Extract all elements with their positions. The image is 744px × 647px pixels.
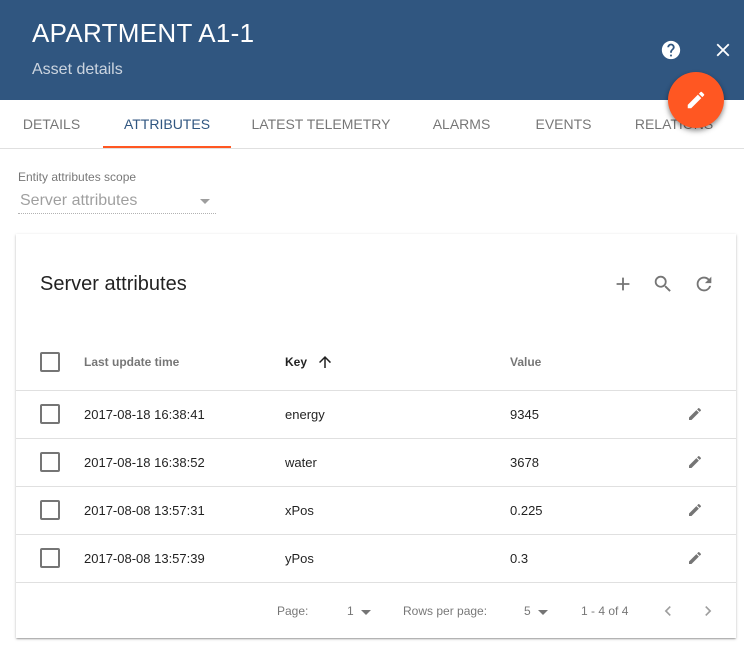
row-value: 0.225 xyxy=(510,503,543,518)
page-select-value: 1 xyxy=(347,604,354,618)
row-checkbox[interactable] xyxy=(40,500,60,520)
dialog-header: APARTMENT A1-1 Asset details xyxy=(0,0,744,100)
rows-per-page-select[interactable]: 5 xyxy=(524,600,550,620)
tab-attributes[interactable]: ATTRIBUTES xyxy=(103,100,231,148)
page-select[interactable]: 1 xyxy=(347,600,373,620)
asset-subtitle: Asset details xyxy=(32,61,123,78)
tab-alarms[interactable]: ALARMS xyxy=(411,100,512,148)
row-divider xyxy=(16,486,736,487)
edit-row-button[interactable] xyxy=(685,452,705,472)
arrow-up-icon[interactable] xyxy=(316,353,334,371)
dropdown-arrow-icon xyxy=(361,610,371,615)
next-page-button[interactable] xyxy=(696,599,720,623)
scope-select-value: Server attributes xyxy=(20,192,138,209)
active-tab-indicator xyxy=(103,146,231,148)
refresh-button[interactable] xyxy=(692,272,716,296)
chevron-right-icon xyxy=(705,606,712,616)
search-icon xyxy=(654,275,671,292)
page-range: 1 - 4 of 4 xyxy=(581,604,629,618)
edit-row-button[interactable] xyxy=(685,500,705,520)
tab-latest-telemetry[interactable]: LATEST TELEMETRY xyxy=(231,100,411,148)
row-key: water xyxy=(285,455,317,470)
edit-row-button[interactable] xyxy=(685,548,705,568)
row-checkbox[interactable] xyxy=(40,452,60,472)
row-checkbox[interactable] xyxy=(40,404,60,424)
row-key: energy xyxy=(285,407,325,422)
row-time: 2017-08-18 16:38:52 xyxy=(84,455,205,470)
select-all-checkbox[interactable] xyxy=(40,352,60,372)
tab-events[interactable]: EVENTS xyxy=(512,100,615,148)
row-time: 2017-08-18 16:38:41 xyxy=(84,407,205,422)
pencil-icon xyxy=(689,503,702,516)
pencil-icon xyxy=(689,455,702,468)
row-key: xPos xyxy=(285,503,314,518)
pencil-icon xyxy=(689,407,702,420)
previous-page-button[interactable] xyxy=(656,599,680,623)
dropdown-arrow-icon xyxy=(200,199,210,204)
row-divider xyxy=(16,438,736,439)
column-header-value[interactable]: Value xyxy=(510,355,541,369)
column-header-time[interactable]: Last update time xyxy=(84,355,179,369)
scope-select[interactable]: Server attributes xyxy=(18,190,216,214)
help-button[interactable] xyxy=(659,38,683,62)
add-attribute-button[interactable] xyxy=(611,272,635,296)
rows-per-page-label: Rows per page: xyxy=(403,604,488,618)
row-checkbox[interactable] xyxy=(40,548,60,568)
row-divider xyxy=(16,534,736,535)
row-divider xyxy=(16,582,736,583)
column-header-key[interactable]: Key xyxy=(285,355,307,369)
row-value: 9345 xyxy=(510,407,539,422)
pencil-icon xyxy=(689,551,702,564)
edit-fab-button[interactable] xyxy=(668,72,724,128)
close-button[interactable] xyxy=(711,38,735,62)
row-time: 2017-08-08 13:57:39 xyxy=(84,551,205,566)
scope-label: Entity attributes scope xyxy=(18,170,137,184)
row-key: yPos xyxy=(285,551,314,566)
tab-bar: DETAILS ATTRIBUTES LATEST TELEMETRY ALAR… xyxy=(0,100,744,149)
help-circle-icon xyxy=(661,40,681,60)
asset-title: APARTMENT A1-1 xyxy=(32,18,255,48)
search-button[interactable] xyxy=(651,272,675,296)
card-title: Server attributes xyxy=(40,273,187,295)
close-icon xyxy=(716,43,730,57)
row-time: 2017-08-08 13:57:31 xyxy=(84,503,205,518)
chevron-left-icon xyxy=(664,606,671,616)
row-value: 3678 xyxy=(510,455,539,470)
rows-per-page-value: 5 xyxy=(524,604,531,618)
edit-row-button[interactable] xyxy=(685,404,705,424)
row-divider xyxy=(16,390,736,391)
page-label: Page: xyxy=(277,604,309,618)
tab-details[interactable]: DETAILS xyxy=(0,100,103,148)
pencil-icon xyxy=(687,91,705,109)
row-value: 0.3 xyxy=(510,551,529,566)
refresh-icon xyxy=(696,276,712,292)
attributes-card: Server attributes Last update time Key V… xyxy=(16,234,736,638)
plus-icon xyxy=(616,277,630,291)
dropdown-arrow-icon xyxy=(538,610,548,615)
